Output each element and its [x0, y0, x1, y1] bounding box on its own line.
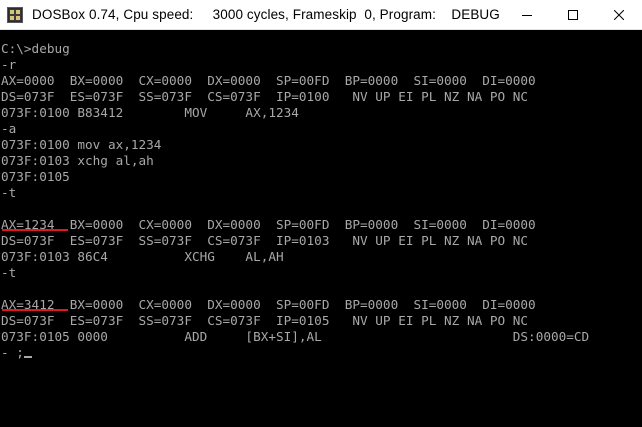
window-controls — [504, 0, 642, 30]
console-line: DS=073F ES=073F SS=073F CS=073F IP=0100 … — [1, 89, 529, 104]
console-line: -a — [1, 121, 17, 136]
window-title: DOSBox 0.74, Cpu speed: 3000 cycles, Fra… — [32, 7, 500, 22]
dosbox-window: DOSBox 0.74, Cpu speed: 3000 cycles, Fra… — [0, 0, 642, 427]
console-line: C:\>debug — [1, 41, 70, 56]
ax-1234-annotation-underline — [2, 229, 68, 231]
console-line: -t — [1, 265, 17, 280]
text-cursor — [23, 356, 32, 358]
console-line: AX=3412 BX=0000 CX=0000 DX=0000 SP=00FD … — [1, 297, 536, 312]
maximize-icon — [568, 10, 578, 20]
dosbox-icon[interactable] — [7, 6, 23, 23]
minimize-button[interactable] — [504, 0, 550, 30]
console-line: 073F:0103 86C4 XCHG AL,AH — [1, 249, 284, 264]
console-line: 073F:0105 — [1, 169, 70, 184]
title-bar[interactable]: DOSBox 0.74, Cpu speed: 3000 cycles, Fra… — [0, 0, 642, 30]
console-line: AX=1234 BX=0000 CX=0000 DX=0000 SP=00FD … — [1, 217, 536, 232]
prompt-text: - ; — [1, 345, 24, 360]
console-line: DS=073F ES=073F SS=073F CS=073F IP=0105 … — [1, 313, 529, 328]
prompt-line: - ; — [1, 345, 32, 361]
console-line: 073F:0100 B83412 MOV AX,1234 — [1, 105, 299, 120]
console-line: 073F:0105 0000 ADD [BX+SI],AL DS:0000=CD — [1, 329, 590, 344]
console-line: AX=0000 BX=0000 CX=0000 DX=0000 SP=00FD … — [1, 73, 536, 88]
close-icon — [614, 10, 624, 20]
close-button[interactable] — [596, 0, 642, 30]
minimize-icon — [522, 15, 532, 16]
ax-3412-annotation-underline — [2, 309, 68, 311]
console-line: 073F:0103 xchg al,ah — [1, 153, 154, 168]
console-line: 073F:0100 mov ax,1234 — [1, 137, 162, 152]
maximize-button[interactable] — [550, 0, 596, 30]
console-line: DS=073F ES=073F SS=073F CS=073F IP=0103 … — [1, 233, 529, 248]
console-line: -t — [1, 185, 17, 200]
console-line: -r — [1, 57, 17, 72]
dos-console[interactable]: C:\>debug -r AX=0000 BX=0000 CX=0000 DX=… — [0, 31, 642, 427]
